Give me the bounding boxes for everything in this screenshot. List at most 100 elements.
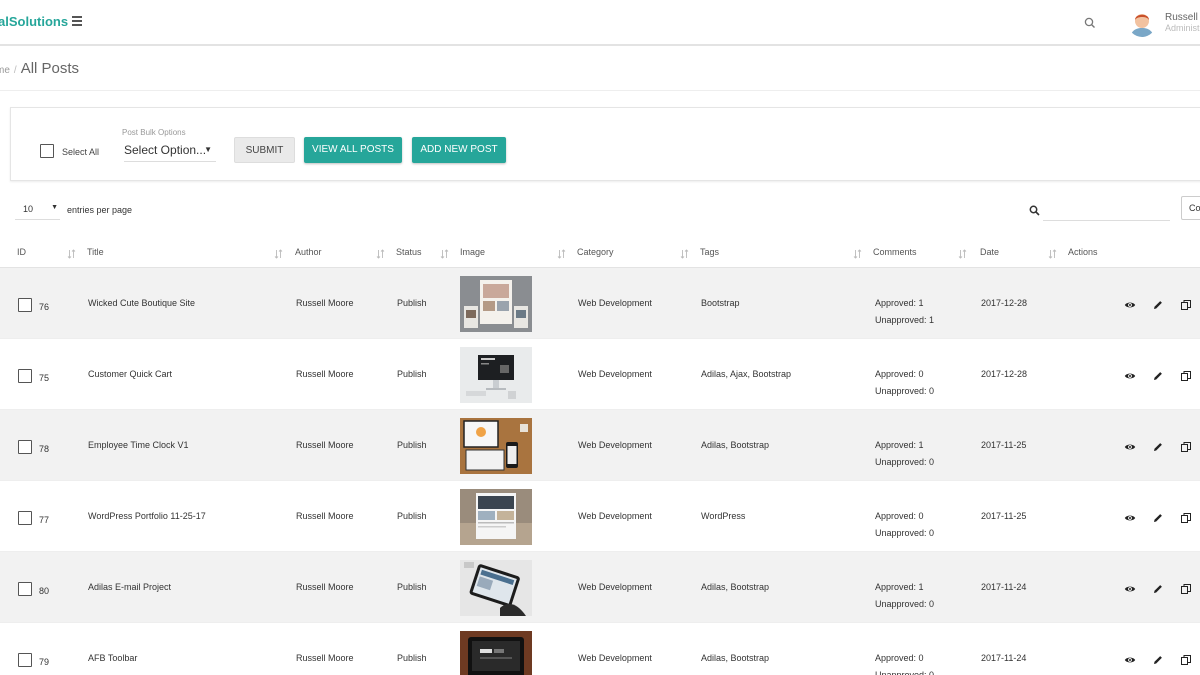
- post-thumbnail[interactable]: [460, 418, 532, 474]
- post-category: Web Development: [578, 298, 652, 308]
- copy-icon[interactable]: [1180, 511, 1192, 523]
- comments-approved: Approved: 1: [875, 582, 924, 592]
- eye-icon[interactable]: [1124, 582, 1136, 594]
- post-thumbnail[interactable]: [460, 347, 532, 403]
- row-checkbox[interactable]: [18, 369, 32, 383]
- caret-down-icon: ▼: [51, 204, 58, 211]
- comments-approved: Approved: 0: [875, 653, 924, 663]
- eye-icon[interactable]: [1124, 653, 1136, 665]
- breadcrumb-home[interactable]: me: [0, 65, 10, 76]
- column-header-id[interactable]: ID: [17, 247, 26, 257]
- view-all-posts-button[interactable]: VIEW ALL POSTS: [304, 137, 402, 163]
- table-row: 75 Customer Quick Cart Russell Moore Publis…: [0, 339, 1200, 410]
- pencil-icon[interactable]: [1152, 369, 1164, 381]
- avatar[interactable]: [1128, 9, 1156, 37]
- caret-down-icon: ▼: [204, 145, 212, 154]
- bulk-options-select[interactable]: Select Option... ▼: [124, 140, 216, 162]
- column-header-author[interactable]: Author: [295, 247, 322, 257]
- sort-icon[interactable]: [853, 246, 862, 259]
- entries-value: 10: [23, 204, 34, 214]
- row-checkbox[interactable]: [18, 298, 32, 312]
- eye-icon[interactable]: [1124, 298, 1136, 310]
- table-row: 80 Adilas E-mail Project Russell Moore Publ…: [0, 552, 1200, 623]
- post-title[interactable]: WordPress Portfolio 11-25-17: [88, 511, 206, 521]
- sort-icon[interactable]: [1048, 246, 1057, 259]
- post-tags: WordPress: [701, 511, 746, 521]
- post-id: 75: [39, 373, 50, 383]
- post-date: 2017-11-24: [981, 582, 1027, 592]
- post-id: 76: [39, 302, 50, 312]
- copy-icon[interactable]: [1180, 582, 1192, 594]
- row-checkbox[interactable]: [18, 653, 32, 667]
- row-checkbox[interactable]: [18, 582, 32, 596]
- row-checkbox[interactable]: [18, 511, 32, 525]
- sort-icon[interactable]: [274, 246, 283, 259]
- bulk-actions-card: Select All Post Bulk Options Select Opti…: [10, 107, 1200, 181]
- pencil-icon[interactable]: [1152, 298, 1164, 310]
- post-title[interactable]: Adilas E-mail Project: [88, 582, 171, 592]
- submit-button[interactable]: SUBMIT: [234, 137, 295, 163]
- user-name[interactable]: Russell M: [1165, 12, 1200, 23]
- pencil-icon[interactable]: [1152, 440, 1164, 452]
- column-header-date[interactable]: Date: [980, 247, 999, 257]
- post-date: 2017-11-25: [981, 440, 1027, 450]
- post-title[interactable]: Wicked Cute Boutique Site: [88, 298, 195, 308]
- comments-approved: Approved: 0: [875, 369, 924, 379]
- row-checkbox[interactable]: [18, 440, 32, 454]
- sort-icon[interactable]: [680, 246, 689, 259]
- eye-icon[interactable]: [1124, 440, 1136, 452]
- post-thumbnail[interactable]: [460, 489, 532, 545]
- copy-icon[interactable]: [1180, 440, 1192, 452]
- comments-approved: Approved: 1: [875, 440, 924, 450]
- sort-icon[interactable]: [958, 246, 967, 259]
- comments-approved: Approved: 1: [875, 298, 924, 308]
- add-new-post-button[interactable]: ADD NEW POST: [412, 137, 506, 163]
- pencil-icon[interactable]: [1152, 511, 1164, 523]
- post-id: 79: [39, 657, 50, 667]
- table-header: ID Title Author Status Image Category Tags Comm…: [0, 236, 1200, 268]
- copy-icon[interactable]: [1180, 369, 1192, 381]
- hamburger-icon[interactable]: [72, 16, 82, 26]
- sort-icon[interactable]: [376, 246, 385, 259]
- eye-icon[interactable]: [1124, 369, 1136, 381]
- column-header-title[interactable]: Title: [87, 247, 104, 257]
- post-author: Russell Moore: [296, 511, 354, 521]
- post-title[interactable]: Customer Quick Cart: [88, 369, 172, 379]
- copy-icon[interactable]: [1180, 653, 1192, 665]
- sort-icon[interactable]: [557, 246, 566, 259]
- search-icon[interactable]: [1083, 16, 1097, 30]
- breadcrumb-separator: /: [13, 65, 17, 76]
- table-row: 79 AFB Toolbar Russell Moore Publish Web Dev…: [0, 623, 1200, 675]
- post-thumbnail[interactable]: [460, 560, 532, 616]
- comments-unapproved: Unapproved: 0: [875, 599, 935, 609]
- pencil-icon[interactable]: [1152, 653, 1164, 665]
- post-thumbnail[interactable]: [460, 631, 532, 675]
- entries-per-page-select[interactable]: 10 ▼: [15, 198, 60, 220]
- sort-icon[interactable]: [440, 246, 449, 259]
- comments-approved: Approved: 0: [875, 511, 924, 521]
- column-header-image[interactable]: Image: [460, 247, 485, 257]
- columns-button[interactable]: Co: [1181, 196, 1200, 220]
- table-search-input[interactable]: [1043, 197, 1170, 221]
- top-bar: alSolutions Russell M Administrator: [0, 0, 1200, 46]
- pencil-icon[interactable]: [1152, 582, 1164, 594]
- breadcrumb: me / All Posts: [0, 60, 79, 78]
- select-all-checkbox[interactable]: [40, 144, 54, 158]
- sort-icon[interactable]: [67, 246, 76, 259]
- column-header-tags[interactable]: Tags: [700, 247, 719, 257]
- post-id: 77: [39, 515, 50, 525]
- column-header-comments[interactable]: Comments: [873, 247, 917, 257]
- column-header-actions: Actions: [1068, 247, 1098, 257]
- post-title[interactable]: AFB Toolbar: [88, 653, 137, 663]
- select-all-label[interactable]: Select All: [62, 147, 99, 157]
- post-title[interactable]: Employee Time Clock V1: [88, 440, 189, 450]
- eye-icon[interactable]: [1124, 511, 1136, 523]
- column-header-category[interactable]: Category: [577, 247, 614, 257]
- post-thumbnail[interactable]: [460, 276, 532, 332]
- post-date: 2017-12-28: [981, 298, 1028, 308]
- column-header-status[interactable]: Status: [396, 247, 422, 257]
- post-tags: Bootstrap: [701, 298, 740, 308]
- copy-icon[interactable]: [1180, 298, 1192, 310]
- post-tags: Adilas, Ajax, Bootstrap: [701, 369, 792, 379]
- brand-logo[interactable]: alSolutions: [0, 14, 68, 29]
